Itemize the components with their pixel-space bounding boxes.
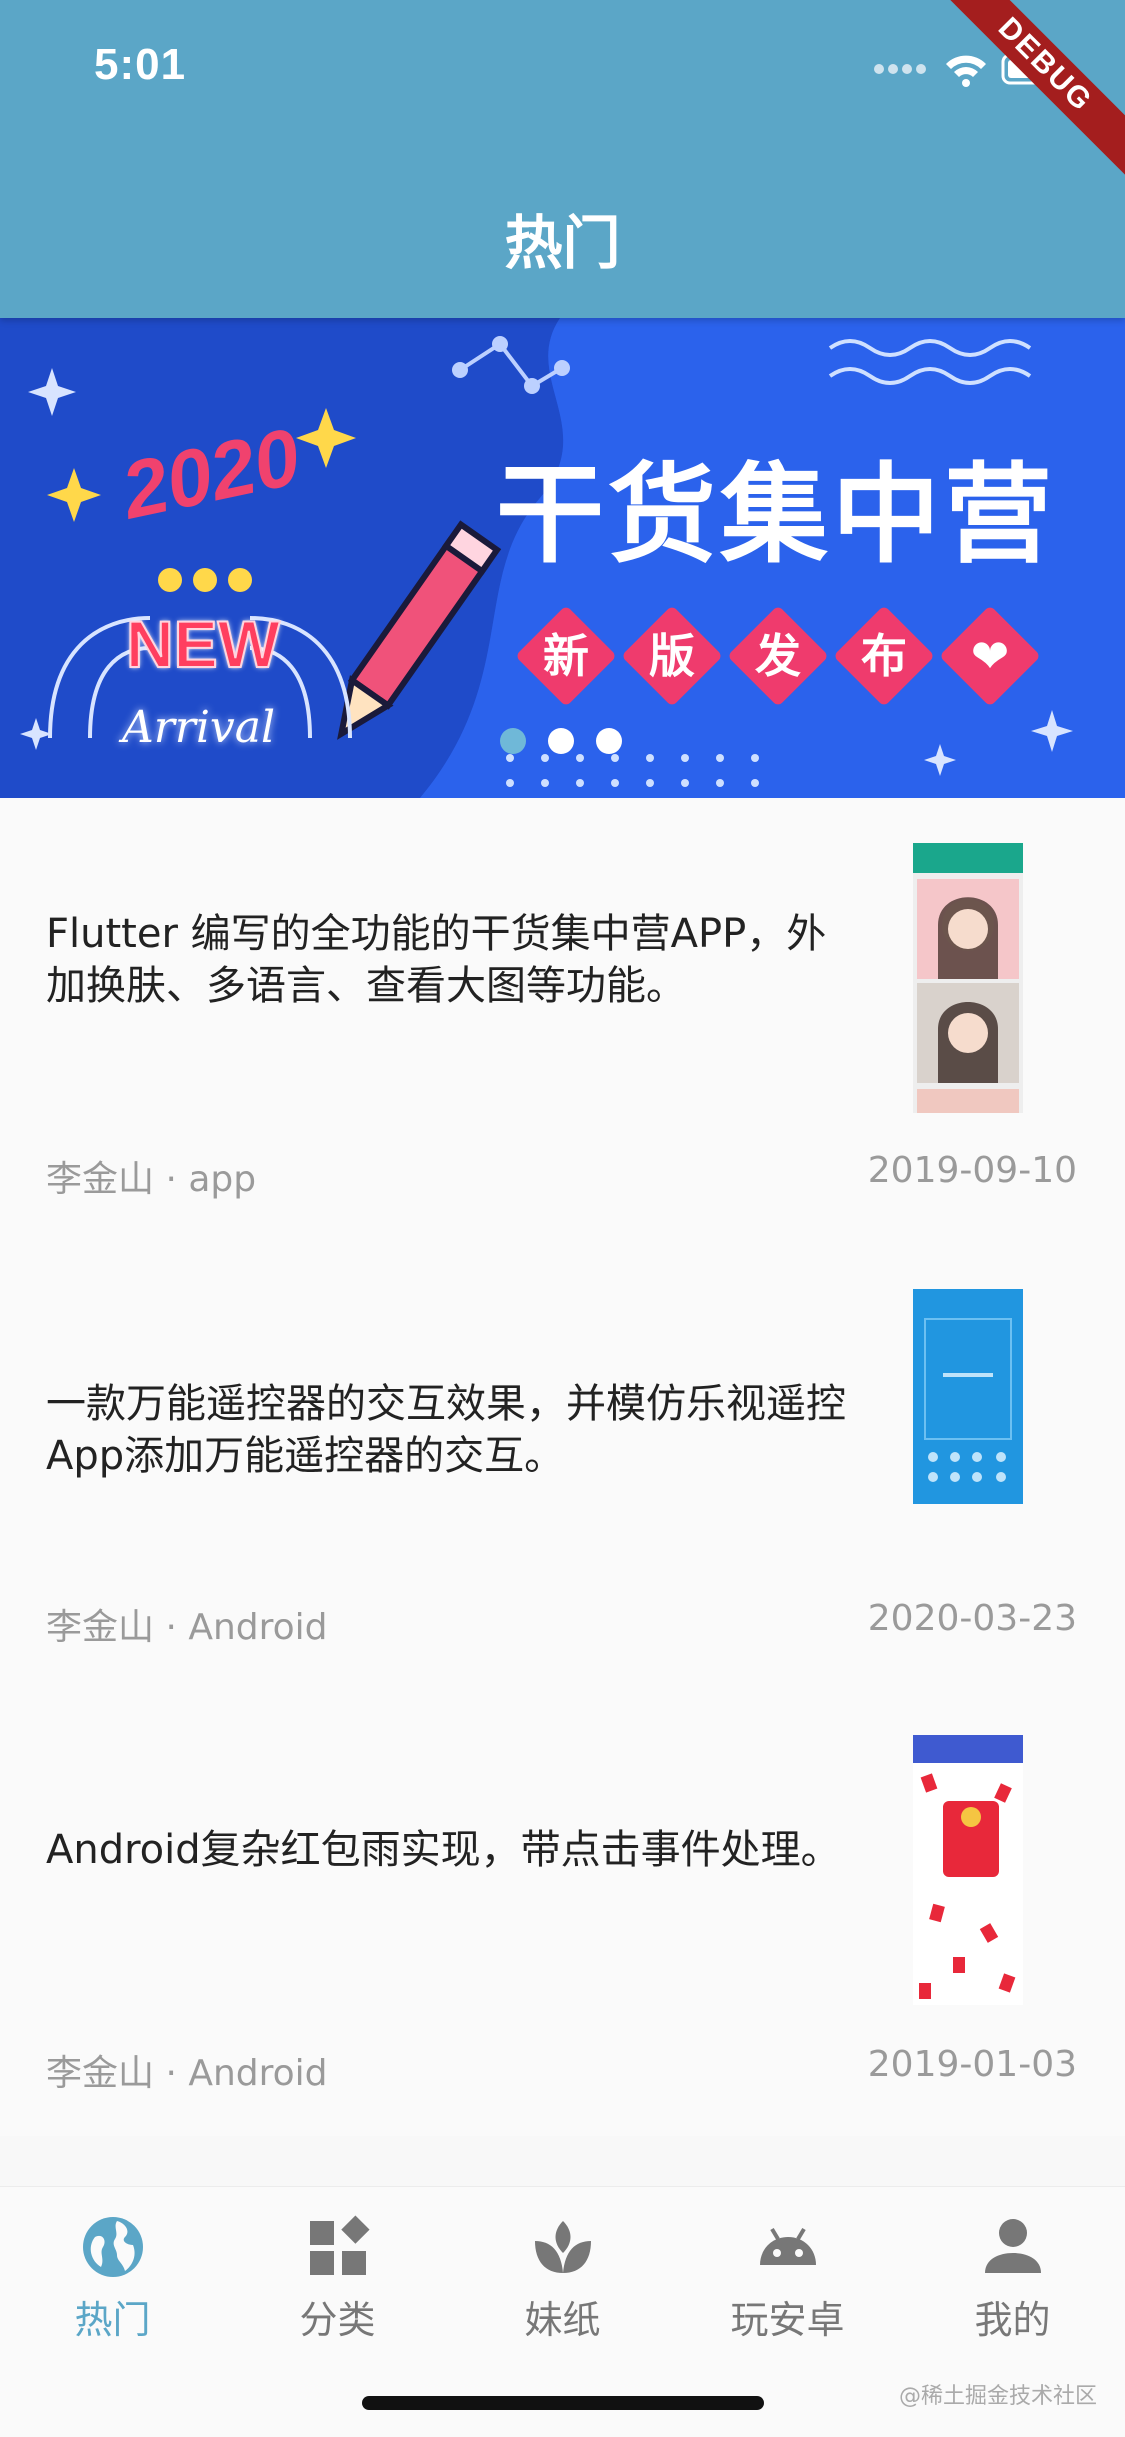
watermark: @稀土掘金技术社区 xyxy=(898,2384,1097,2409)
nav-item-hot[interactable]: 热门 xyxy=(0,2215,225,2344)
pager-dot[interactable] xyxy=(548,728,574,754)
home-indicator[interactable] xyxy=(362,2396,764,2410)
article-author-category: 李金山 · Android xyxy=(46,2053,328,2094)
article-thumbnail xyxy=(913,1735,1023,2005)
banner-tag: 版 xyxy=(626,610,718,702)
wifi-icon xyxy=(946,55,986,87)
banner-tag: 布 xyxy=(838,610,930,702)
article-author-category: 李金山 · app xyxy=(46,1159,257,1200)
globe-icon xyxy=(82,2217,143,2277)
nav-label-mine: 我的 xyxy=(974,2298,1051,2342)
article-thumbnail xyxy=(913,843,1023,1113)
article-date: 2020-03-23 xyxy=(867,1598,1077,1639)
banner-tags: 新 版 发 布 ❤ xyxy=(520,610,1050,702)
banner-tag: 发 xyxy=(732,610,824,702)
remote-control-screenshot xyxy=(913,1289,1023,1504)
banner-tag: 新 xyxy=(520,610,612,702)
nav-item-mine[interactable]: 我的 xyxy=(900,2215,1125,2344)
banner-carousel[interactable]: 2020 NEW Arrival 干货集中营 新 版 发 布 ❤ xyxy=(0,318,1125,798)
article-title: Flutter 编写的全功能的干货集中营APP，外加换肤、多语言、查看大图等功能… xyxy=(46,911,827,1009)
article-item[interactable]: 一款万能遥控器的交互效果，并模仿乐视遥控App添加万能遥控器的交互。 李金山 ·… xyxy=(0,1244,1125,1690)
android-icon xyxy=(759,2227,816,2265)
banner-new-label: NEW xyxy=(125,606,281,682)
article-item[interactable]: Flutter 编写的全功能的干货集中营APP，外加换肤、多语言、查看大图等功能… xyxy=(0,798,1125,1244)
pager-dot-active[interactable] xyxy=(500,728,526,754)
banner-title: 干货集中营 xyxy=(496,453,1057,578)
nav-item-android[interactable]: 玩安卓 xyxy=(675,2215,900,2344)
nav-label-girls: 妹纸 xyxy=(524,2298,601,2342)
pager-dot[interactable] xyxy=(596,728,622,754)
app-bar: 5:01 热门 xyxy=(0,0,1125,318)
banner-arrival-label: Arrival xyxy=(122,702,276,753)
nav-label-category: 分类 xyxy=(299,2298,376,2342)
nav-label-android: 玩安卓 xyxy=(730,2298,845,2342)
article-title: Android复杂红包雨实现，带点击事件处理。 xyxy=(46,1827,841,1873)
spa-icon xyxy=(534,2221,591,2273)
article-date: 2019-01-03 xyxy=(867,2044,1077,2085)
banner-tag: ❤ xyxy=(944,610,1036,702)
status-time: 5:01 xyxy=(94,40,187,89)
red-packet-rain-screenshot xyxy=(913,1735,1023,1999)
article-date: 2019-09-10 xyxy=(867,1150,1077,1191)
article-title: 一款万能遥控器的交互效果，并模仿乐视遥控App添加万能遥控器的交互。 xyxy=(46,1381,846,1479)
gallery-app-screenshot xyxy=(913,843,1023,1113)
nav-label-hot: 热门 xyxy=(74,2298,151,2342)
page-title: 热门 xyxy=(504,209,621,277)
article-thumbnail xyxy=(913,1289,1023,1504)
article-item[interactable]: Android复杂红包雨实现，带点击事件处理。 李金山 · Android 20… xyxy=(0,1690,1125,2136)
article-author-category: 李金山 · Android xyxy=(46,1607,328,1648)
nav-item-girls[interactable]: 妹纸 xyxy=(450,2215,675,2344)
category-icon xyxy=(309,2215,370,2275)
signal-icon xyxy=(874,64,926,74)
person-icon xyxy=(984,2219,1041,2273)
nav-item-category[interactable]: 分类 xyxy=(225,2215,450,2344)
banner-pager xyxy=(500,728,644,754)
